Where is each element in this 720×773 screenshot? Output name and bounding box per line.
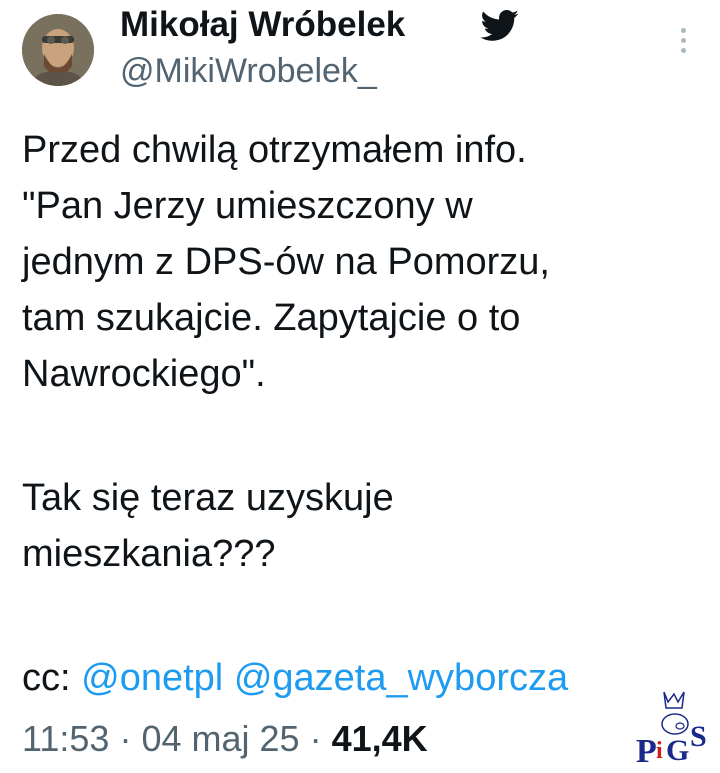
author-name[interactable]: Mikołaj Wróbelek <box>120 4 405 46</box>
tweet-text-line: Nawrockiego". <box>22 353 266 395</box>
svg-text:G: G <box>666 734 689 767</box>
cc-label: cc: <box>22 657 71 699</box>
tweet-text-line: jednym z DPS-ów na Pomorzu, <box>22 241 550 283</box>
cc-line: cc: @onetpl @gazeta_wyborcza <box>22 655 568 701</box>
pigs-watermark-logo: P i G S <box>636 691 707 770</box>
author-handle[interactable]: @MikiWrobelek_ <box>120 50 377 92</box>
tweet-text-line: Przed chwilą otrzymałem info. <box>22 129 527 171</box>
tweet-meta: 11:53 · 04 maj 25 · 41,4K <box>22 716 428 762</box>
tweet-text-line: mieszkania??? <box>22 533 276 575</box>
svg-text:S: S <box>690 720 707 753</box>
meta-separator: · <box>119 718 132 759</box>
author-avatar[interactable] <box>22 14 94 86</box>
meta-separator: · <box>309 718 322 759</box>
tweet-text-line: "Pan Jerzy umieszczony w <box>22 185 473 227</box>
tweet-date[interactable]: 04 maj 25 <box>141 718 299 759</box>
more-options-icon[interactable] <box>676 28 690 62</box>
twitter-bird-icon <box>480 10 519 41</box>
svg-text:i: i <box>656 738 663 764</box>
avatar-photo <box>22 14 94 86</box>
svg-text:P: P <box>636 733 657 770</box>
mention-onetpl[interactable]: @onetpl <box>81 657 223 699</box>
tweet-time[interactable]: 11:53 <box>22 718 109 759</box>
view-count[interactable]: 41,4K <box>332 718 428 759</box>
mention-gazeta-wyborcza[interactable]: @gazeta_wyborcza <box>234 657 568 699</box>
tweet-text-line: tam szukajcie. Zapytajcie o to <box>22 297 521 339</box>
tweet-text-line: Tak się teraz uzyskuje <box>22 477 394 519</box>
